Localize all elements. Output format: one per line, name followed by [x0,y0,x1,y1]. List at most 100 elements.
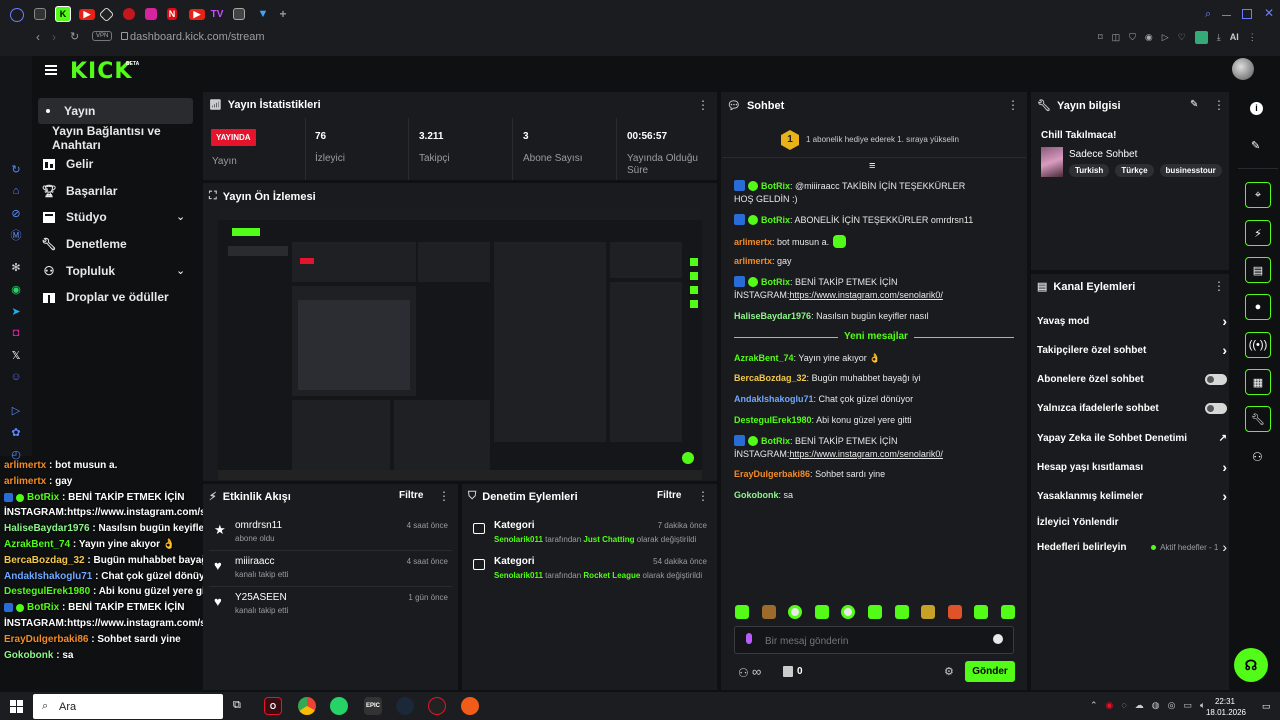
emote-icon[interactable] [867,605,882,619]
toggle-switch[interactable] [1205,373,1227,385]
sidebar-item-denetleme[interactable]: 🔧︎ Denetleme [38,231,193,257]
chat-username[interactable]: AndakIshakoglu71 [734,394,814,404]
tray-app-icon[interactable]: ◌ [1121,700,1126,711]
chat-input[interactable] [765,634,985,648]
moderation-target[interactable]: Rocket League [583,571,640,580]
chat-username[interactable]: ErayDulgerbaki86 [734,469,810,479]
bookmark-icon[interactable]: ⌑ [1098,32,1103,43]
rail-instagram-icon[interactable]: ◘ [9,326,23,340]
mic-icon[interactable] [746,633,752,644]
moderation-target[interactable]: Just Chatting [583,535,634,544]
emote-icon[interactable] [921,605,936,619]
tab-app-icon[interactable] [233,8,245,20]
channel-action-row[interactable]: Abonelere özel sohbet [1037,369,1227,389]
chat-popout-button[interactable]: ● [1245,294,1271,320]
rail-discord-icon[interactable]: ☺ [9,370,23,384]
emote-icon[interactable] [814,605,829,619]
taskbar-date[interactable]: 18.01.2026 [1204,708,1248,717]
address-bar[interactable]: dashboard.kick.com/stream [130,30,830,44]
sidebar-item-droplar[interactable]: Droplar ve ödüller [38,284,193,310]
sidebar-item-basarilar[interactable]: 🏆︎ Başarılar [38,178,193,204]
quick-actions-button[interactable]: ⚡︎ [1245,220,1271,246]
channel-action-row[interactable]: Yasaklanmış kelimeler › [1037,486,1227,506]
ai-button[interactable]: AI [1230,32,1239,42]
broadcast-button[interactable]: ((•)) [1245,332,1271,358]
moderation-filter-button[interactable]: Filtre [657,490,681,501]
rail-whatsapp-icon[interactable]: ◉ [9,282,23,296]
taskbar-chrome-icon[interactable] [298,697,316,715]
close-window-icon[interactable]: ✕ [1264,6,1274,20]
chat-username[interactable]: BotRix [761,215,790,225]
speed-dial-icon[interactable]: ◫ [1112,32,1121,43]
info-icon[interactable]: i [1250,102,1263,115]
taskbar-whatsapp-icon[interactable] [330,697,348,715]
taskbar-time[interactable]: 22:31 [1212,697,1238,706]
category-thumbnail[interactable] [1041,147,1063,177]
sidebar-item-topluluk[interactable]: ⚇ Topluluk [38,258,193,284]
rail-telegram-icon[interactable]: ➤ [9,304,23,318]
sidebar-item-gelir[interactable]: Gelir [38,151,193,177]
heart-icon[interactable]: ♡ [1178,32,1186,43]
channel-actions-menu-icon[interactable]: ⋮ [1213,280,1225,292]
gift-banner-text[interactable]: 1 abonelik hediye ederek 1. sıraya yükse… [806,135,959,144]
extension-avatar-icon[interactable] [1194,30,1208,44]
moderation-actor[interactable]: Senolarik011 [494,571,543,580]
chevron-down-icon[interactable]: ⌄ [176,210,185,223]
emote-icon[interactable] [947,605,962,619]
tray-app2-icon[interactable]: ◎ [1168,700,1176,711]
activity-user[interactable]: miiiraacc [235,556,274,567]
emote-icon[interactable] [894,605,909,619]
tab-triangle-icon[interactable]: ▼ [255,6,271,22]
activity-user[interactable]: omrdrsn11 [235,520,282,531]
pencil-icon[interactable]: ✎ [1251,139,1260,152]
stream-tag[interactable]: businesstour [1159,164,1222,177]
stats-menu-icon[interactable]: ⋮ [697,99,709,111]
minimize-icon[interactable] [1222,15,1231,16]
activity-menu-icon[interactable]: ⋮ [438,490,450,502]
support-headset-icon[interactable]: ☊ [1234,648,1268,682]
category-name[interactable]: Sadece Sohbet [1069,149,1137,160]
tab-tv-icon[interactable]: TV [209,6,225,22]
toggle-switch[interactable] [1205,402,1227,414]
channel-action-row[interactable]: Takipçilere özel sohbet › [1037,340,1227,360]
task-view-icon[interactable]: ⧉ [233,699,241,712]
hamburger-menu-icon[interactable] [45,65,57,75]
stream-preview-video[interactable] [218,208,702,480]
chat-username[interactable]: BercaBozdag_32 [734,373,807,383]
user-avatar[interactable] [1232,58,1254,80]
channel-action-row[interactable]: Yavaş mod › [1037,311,1227,331]
community-points-icon[interactable]: ⚇ [738,666,749,680]
emote-icon[interactable] [735,605,749,619]
tab-youtube-icon[interactable]: ▶ [79,9,95,20]
download-icon[interactable]: ⤓ [1217,32,1221,43]
activity-filter-button[interactable]: Filtre [399,490,423,501]
rail-m-icon[interactable]: Ⓜ [9,228,23,242]
chat-link[interactable]: https://www.instagram.com/senolarik0/ [789,449,943,459]
tray-steam-icon[interactable]: ◍ [1152,700,1160,711]
vpn-badge[interactable]: VPN [92,31,113,41]
emote-icon[interactable] [761,605,776,619]
moderation-menu-icon[interactable]: ⋮ [697,490,709,502]
layout-button[interactable]: ▦ [1245,369,1271,395]
pinned-expand-icon[interactable]: ≡ [869,160,875,172]
tray-network-icon[interactable]: ▭ [1183,700,1192,711]
tray-cloud-icon[interactable]: ☁ [1135,700,1144,711]
activity-user[interactable]: Y25ASEEN [235,592,287,603]
windows-start-icon[interactable] [10,700,23,713]
notifications-icon[interactable]: ▭ [1262,701,1271,712]
channel-action-row[interactable]: Yapay Zeka ile Sohbet Denetimi ↗ [1037,428,1227,448]
reload-icon[interactable]: ↻ [70,31,79,43]
tools-button[interactable]: 🔧︎ [1245,406,1271,432]
emote-icon[interactable] [974,605,989,619]
chat-settings-icon[interactable]: ⚙ [944,665,954,678]
kick-logo[interactable]: KICK [70,59,132,84]
rail-tag-icon[interactable]: ⊘ [9,206,23,220]
chat-username[interactable]: arlimertx [734,237,772,247]
chat-menu-icon[interactable]: ⋮ [1007,99,1019,111]
chevron-down-icon[interactable]: ⌄ [176,264,185,277]
taskbar-steam-icon[interactable] [396,697,414,715]
sidebar-item-yayin[interactable]: Yayın [38,98,193,124]
taskbar-opera-icon[interactable]: O [264,697,282,715]
tray-chevron-icon[interactable]: ⌃ [1090,700,1098,711]
rail-x-icon[interactable]: 𝕏 [9,348,23,362]
